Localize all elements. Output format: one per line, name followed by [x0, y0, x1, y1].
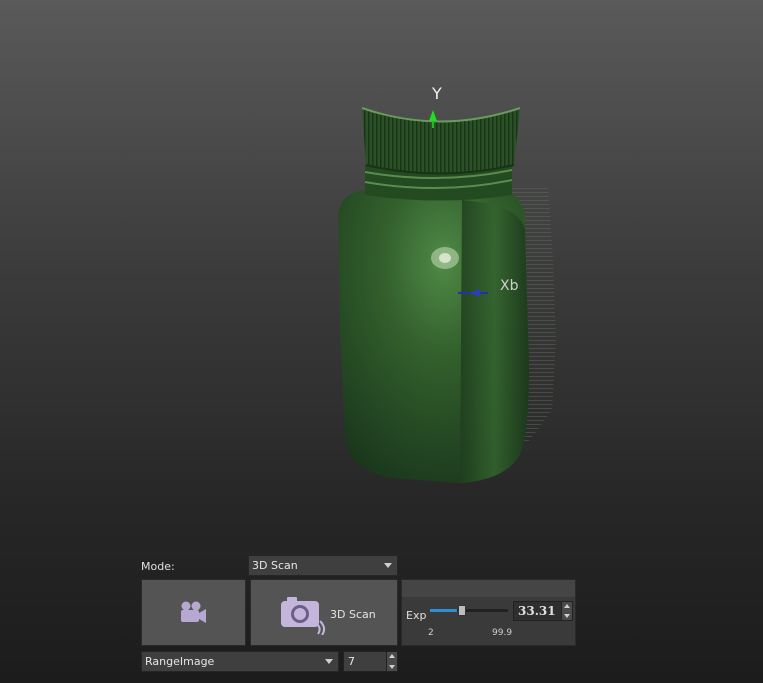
spin-down-icon[interactable] — [564, 614, 570, 618]
mode-dropdown-value: 3D Scan — [252, 559, 298, 572]
spin-up-icon[interactable] — [564, 604, 570, 608]
range-image-dropdown[interactable]: RangeImage — [141, 651, 339, 672]
exposure-slider[interactable] — [430, 605, 508, 617]
camera-icon — [281, 597, 326, 635]
chevron-down-icon — [325, 659, 333, 664]
exposure-min-label: 2 — [428, 628, 434, 638]
video-mode-button[interactable] — [141, 579, 246, 646]
y-axis-label: Y — [432, 84, 442, 103]
chevron-down-icon — [384, 563, 392, 568]
mode-dropdown[interactable]: 3D Scan — [248, 555, 398, 576]
spin-up-icon[interactable] — [389, 654, 395, 658]
exposure-panel-header — [402, 580, 575, 597]
video-camera-icon — [181, 601, 206, 623]
range-image-value: RangeImage — [145, 655, 215, 668]
spin-down-icon[interactable] — [389, 665, 395, 669]
exposure-max-label: 99.9 — [492, 628, 513, 638]
3d-scan-button[interactable]: 3D Scan — [250, 579, 398, 646]
exposure-slider-fill — [430, 609, 457, 612]
range-count-spinbox[interactable]: 7 — [343, 651, 398, 672]
mode-label: Mode: — [141, 560, 175, 573]
bottle-scan-mesh — [338, 107, 556, 483]
exposure-label: Exp — [406, 609, 427, 622]
3d-scan-button-label: 3D Scan — [330, 608, 376, 621]
exposure-slider-handle[interactable] — [458, 605, 466, 616]
x-axis-label: Xb — [500, 278, 519, 294]
exposure-spinbox[interactable]: 33.31 — [513, 601, 573, 621]
exposure-spin-buttons[interactable] — [561, 602, 572, 620]
exposure-value: 33.31 — [518, 604, 556, 618]
exposure-panel: Exp 33.31 2 99.9 — [401, 579, 576, 646]
3d-viewport[interactable]: Y Xb — [0, 0, 763, 545]
range-count-value: 7 — [348, 655, 355, 668]
range-count-spin-buttons[interactable] — [386, 652, 397, 671]
